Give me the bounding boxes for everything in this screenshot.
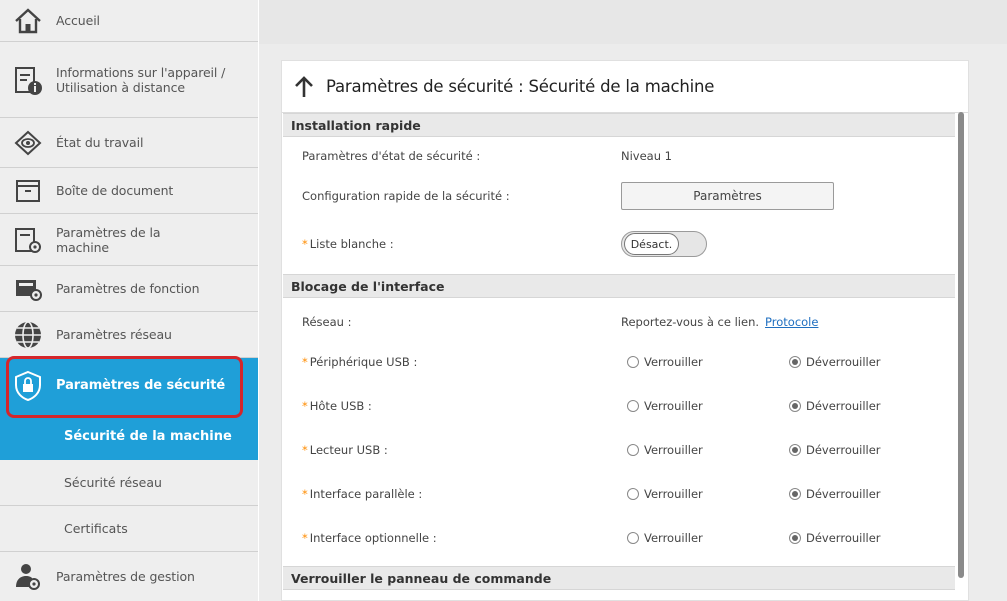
radio-circle <box>627 356 639 368</box>
sidebar-item-label: Sécurité réseau <box>64 475 162 490</box>
sidebar-item-label: Paramètres de la machine <box>56 224 161 255</box>
row-usb-reader: * Lecteur USB : Verrouiller Déverrouiller <box>282 435 954 465</box>
device-info-icon <box>0 64 56 96</box>
required-marker: * <box>302 487 308 501</box>
top-bar <box>259 0 1007 44</box>
sidebar-item-document-box[interactable]: Boîte de document <box>0 168 258 214</box>
row-security-level: Paramètres d'état de sécurité : Niveau 1 <box>282 141 954 171</box>
field-label: * Hôte USB : <box>302 399 372 413</box>
field-label: * Interface parallèle : <box>302 487 423 501</box>
sidebar-item-function-settings[interactable]: Paramètres de fonction <box>0 266 258 312</box>
security-shield-icon <box>0 370 56 402</box>
radio-lock[interactable]: Verrouiller <box>627 443 703 457</box>
function-settings-icon <box>0 276 56 302</box>
job-status-icon <box>0 129 56 157</box>
radio-circle-selected <box>789 444 801 456</box>
section-header-panel-lock: Verrouiller le panneau de commande <box>283 566 955 590</box>
sidebar-item-job-status[interactable]: État du travail <box>0 118 258 168</box>
row-usb-device: * Périphérique USB : Verrouiller Déverrou… <box>282 347 954 377</box>
back-arrow-icon[interactable] <box>290 73 318 101</box>
field-label: Configuration rapide de la sécurité : <box>302 189 510 203</box>
sidebar: Accueil Informations sur l'appareil / Ut… <box>0 0 258 601</box>
radio-circle-selected <box>789 532 801 544</box>
radio-circle <box>627 444 639 456</box>
sidebar-item-label: Sécurité de la machine <box>64 429 232 444</box>
radio-unlock[interactable]: Déverrouiller <box>789 443 881 457</box>
sidebar-subitem-network-security[interactable]: Sécurité réseau <box>0 460 258 506</box>
quick-config-settings-button[interactable]: Paramètres <box>621 182 834 210</box>
content-panel: Paramètres de sécurité : Sécurité de la … <box>281 60 969 601</box>
sidebar-item-label: Certificats <box>64 521 128 536</box>
sidebar-item-label: Paramètres réseau <box>56 327 172 342</box>
sidebar-item-machine-settings[interactable]: Paramètres de la machine <box>0 214 258 266</box>
radio-lock[interactable]: Verrouiller <box>627 399 703 413</box>
required-marker: * <box>302 531 308 545</box>
sidebar-item-label: Paramètres de sécurité <box>56 378 226 393</box>
network-value: Reportez-vous à ce lien. Protocole <box>621 315 819 329</box>
row-whitelist: * Liste blanche : Désact. <box>282 229 954 259</box>
management-user-icon <box>0 561 56 593</box>
sidebar-item-label: Informations sur l'appareil / Utilisatio… <box>56 64 226 95</box>
whitelist-toggle[interactable]: Désact. <box>621 231 707 257</box>
sidebar-subitem-certificates[interactable]: Certificats <box>0 506 258 552</box>
field-label: * Périphérique USB : <box>302 355 418 369</box>
sidebar-item-management-settings[interactable]: Paramètres de gestion <box>0 552 258 601</box>
sidebar-item-label: État du travail <box>56 135 144 150</box>
row-quick-config: Configuration rapide de la sécurité : Pa… <box>282 181 954 211</box>
radio-lock[interactable]: Verrouiller <box>627 355 703 369</box>
radio-lock[interactable]: Verrouiller <box>627 531 703 545</box>
sidebar-item-label: Boîte de document <box>56 183 174 198</box>
radio-circle-selected <box>789 356 801 368</box>
section-header-quick-setup: Installation rapide <box>283 113 955 137</box>
row-optional-interface: * Interface optionnelle : Verrouiller Dév… <box>282 523 954 553</box>
machine-settings-icon <box>0 225 56 255</box>
sidebar-item-label: Accueil <box>56 13 100 28</box>
field-label: * Lecteur USB : <box>302 443 388 457</box>
field-label: * Interface optionnelle : <box>302 531 437 545</box>
radio-circle <box>627 400 639 412</box>
home-icon <box>0 7 56 35</box>
radio-unlock[interactable]: Déverrouiller <box>789 487 881 501</box>
sidebar-item-network-settings[interactable]: Paramètres réseau <box>0 312 258 358</box>
field-label: * Liste blanche : <box>302 237 394 251</box>
required-marker: * <box>302 237 308 251</box>
document-box-icon <box>0 177 56 205</box>
sidebar-item-security-settings[interactable]: Paramètres de sécurité <box>0 358 258 414</box>
required-marker: * <box>302 443 308 457</box>
radio-unlock[interactable]: Déverrouiller <box>789 355 881 369</box>
section-header-interface-block: Blocage de l'interface <box>283 274 955 298</box>
radio-unlock[interactable]: Déverrouiller <box>789 531 881 545</box>
radio-circle <box>627 488 639 500</box>
protocol-link[interactable]: Protocole <box>765 315 818 329</box>
radio-lock[interactable]: Verrouiller <box>627 487 703 501</box>
required-marker: * <box>302 399 308 413</box>
toggle-knob: Désact. <box>624 233 679 255</box>
sidebar-subitem-machine-security[interactable]: Sécurité de la machine <box>0 414 258 460</box>
security-level-value: Niveau 1 <box>621 149 672 163</box>
radio-circle-selected <box>789 400 801 412</box>
radio-circle <box>627 532 639 544</box>
vertical-scrollbar[interactable] <box>958 112 964 578</box>
field-label: Réseau : <box>302 315 352 329</box>
sidebar-item-home[interactable]: Accueil <box>0 0 258 42</box>
panel-header: Paramètres de sécurité : Sécurité de la … <box>282 61 968 113</box>
sidebar-item-label: Paramètres de gestion <box>56 569 195 584</box>
required-marker: * <box>302 355 308 369</box>
radio-circle-selected <box>789 488 801 500</box>
radio-unlock[interactable]: Déverrouiller <box>789 399 881 413</box>
network-globe-icon <box>0 319 56 351</box>
page-title: Paramètres de sécurité : Sécurité de la … <box>326 77 715 96</box>
sidebar-item-label: Paramètres de fonction <box>56 281 200 296</box>
row-usb-host: * Hôte USB : Verrouiller Déverrouiller <box>282 391 954 421</box>
row-network: Réseau : Reportez-vous à ce lien. Protoco… <box>282 307 954 337</box>
sidebar-item-device-info[interactable]: Informations sur l'appareil / Utilisatio… <box>0 42 258 118</box>
field-label: Paramètres d'état de sécurité : <box>302 149 481 163</box>
row-parallel-interface: * Interface parallèle : Verrouiller Déver… <box>282 479 954 509</box>
